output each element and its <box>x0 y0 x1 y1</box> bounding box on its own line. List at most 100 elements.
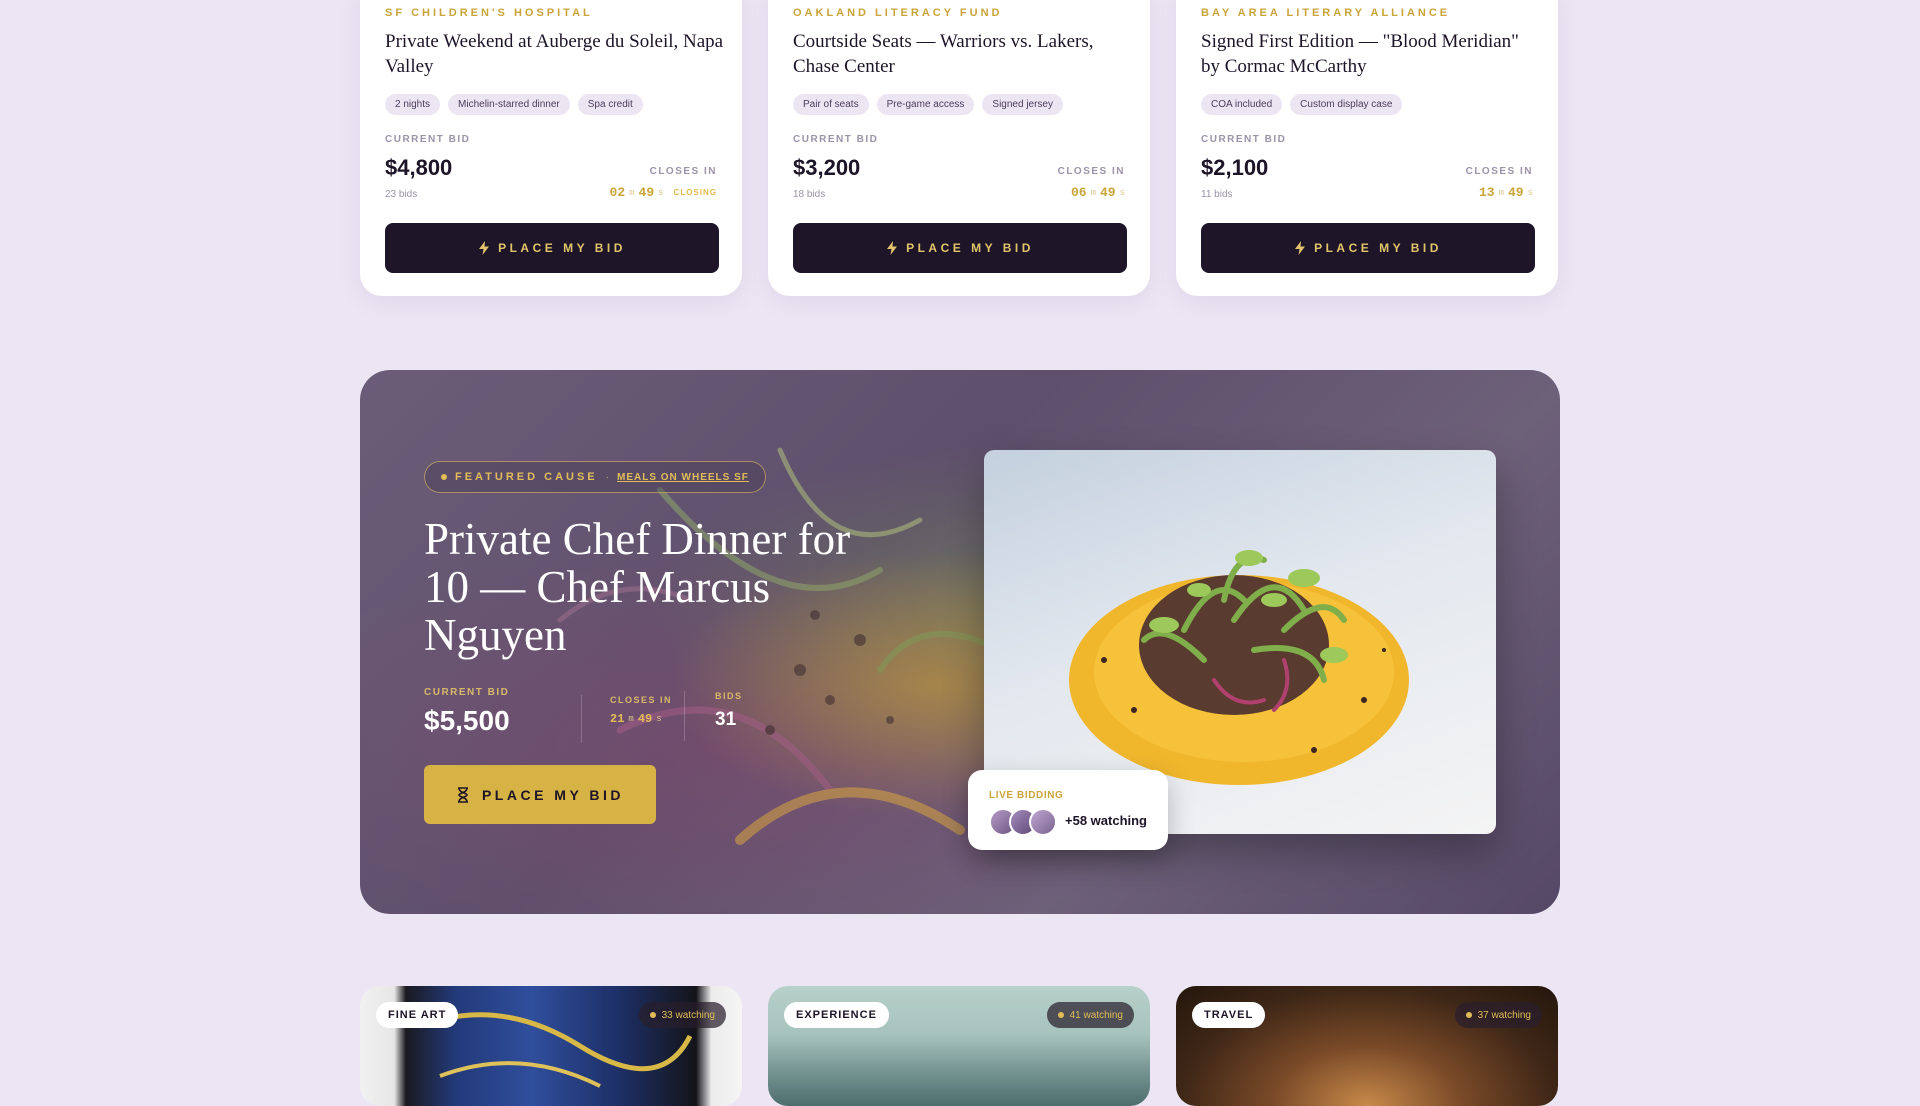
bid-count: 11 bids <box>1201 189 1233 200</box>
closes-in-label: CLOSES IN <box>649 166 717 177</box>
countdown-timer: 13 m 49 s <box>1479 185 1533 200</box>
category-badge: FINE ART <box>376 1002 459 1028</box>
tag: COA included <box>1201 94 1283 115</box>
lightning-icon <box>1295 241 1306 255</box>
bid-count: 18 bids <box>793 189 826 200</box>
tag: Spa credit <box>577 94 643 115</box>
watching-count: 41 watching <box>1069 1009 1123 1021</box>
timer-seconds: 49 <box>1099 185 1116 200</box>
featured-bid-count: BIDS 31 <box>684 691 743 741</box>
hourglass-icon <box>457 786 468 803</box>
featured-cause-badge: FEATURED CAUSE · MEALS ON WHEELS SF <box>424 461 766 493</box>
tag: Pair of seats <box>793 94 869 115</box>
place-bid-label: PLACE MY BID <box>1314 241 1442 255</box>
timer-seconds-unit: s <box>1527 187 1533 198</box>
auction-title[interactable]: Private Weekend at Auberge du Soleil, Na… <box>385 29 725 79</box>
timer-minutes: 06 <box>1070 185 1087 200</box>
place-bid-button[interactable]: PLACE MY BID <box>793 223 1127 273</box>
closes-in-label: CLOSES IN <box>1057 166 1125 177</box>
featured-auction: FEATURED CAUSE · MEALS ON WHEELS SF Priv… <box>360 370 1560 914</box>
tag-list: COA included Custom display case <box>1201 94 1403 115</box>
bids-label: BIDS <box>715 691 743 701</box>
avatar <box>1029 808 1057 836</box>
tag: Custom display case <box>1290 94 1403 115</box>
closes-in-label: CLOSES IN <box>610 695 673 705</box>
charity-name: BAY AREA LITERARY ALLIANCE <box>1201 7 1451 19</box>
timer-seconds: 49 <box>638 185 655 200</box>
timer-minutes-unit: m <box>629 187 635 198</box>
auction-card: OAKLAND LITERACY FUND Courtside Seats — … <box>768 0 1150 296</box>
lightning-icon <box>887 241 898 255</box>
watching-badge: 41 watching <box>1046 1002 1134 1028</box>
auction-title[interactable]: Signed First Edition — "Blood Meridian" … <box>1201 29 1541 79</box>
tag: 2 nights <box>385 94 441 115</box>
auction-title[interactable]: Courtside Seats — Warriors vs. Lakers, C… <box>793 29 1133 79</box>
timer-minutes: 02 <box>609 185 626 200</box>
tag: Michelin-starred dinner <box>448 94 570 115</box>
category-badge: TRAVEL <box>1192 1002 1266 1028</box>
charity-name: SF CHILDREN'S HOSPITAL <box>385 7 593 19</box>
bid-count: 23 bids <box>385 189 418 200</box>
timer-minutes-unit: m <box>1090 187 1096 198</box>
featured-closes-in: CLOSES IN 21 m 49 s <box>581 695 672 743</box>
auction-card: SF CHILDREN'S HOSPITAL Private Weekend a… <box>360 0 742 296</box>
lightning-icon <box>479 241 490 255</box>
charity-name: OAKLAND LITERACY FUND <box>793 7 1003 19</box>
timer-seconds-unit: s <box>658 187 664 198</box>
closing-badge: CLOSING <box>673 188 717 197</box>
category-badge: EXPERIENCE <box>784 1002 889 1028</box>
watching-count: 37 watching <box>1477 1009 1531 1021</box>
tag: Signed jersey <box>982 94 1063 115</box>
timer-seconds: 49 <box>637 712 653 726</box>
auction-card: BAY AREA LITERARY ALLIANCE Signed First … <box>1176 0 1558 296</box>
place-bid-button[interactable]: PLACE MY BID <box>1201 223 1535 273</box>
current-bid-value: $5,500 <box>424 705 510 736</box>
timer-seconds-unit: s <box>656 714 662 724</box>
featured-current-bid: CURRENT BID $5,500 <box>424 687 510 737</box>
tag-list: 2 nights Michelin-starred dinner Spa cre… <box>385 94 643 115</box>
bids-value: 31 <box>715 709 737 730</box>
current-bid-label: CURRENT BID <box>385 134 471 145</box>
auction-card[interactable]: TRAVEL 37 watching <box>1176 986 1558 1106</box>
current-bid-label: CURRENT BID <box>793 134 879 145</box>
countdown-timer: 02 m 49 s CLOSING <box>610 185 717 200</box>
current-bid-label: CURRENT BID <box>424 687 510 698</box>
place-bid-button[interactable]: PLACE MY BID <box>385 223 719 273</box>
tag-list: Pair of seats Pre-game access Signed jer… <box>793 94 1063 115</box>
watching-badge: 33 watching <box>638 1002 726 1028</box>
watching-dot <box>1465 1012 1472 1018</box>
watching-dot <box>1057 1012 1064 1018</box>
tag: Pre-game access <box>876 94 975 115</box>
timer-minutes-unit: m <box>628 714 634 724</box>
countdown-timer: 21 m 49 s <box>610 712 672 726</box>
timer-minutes: 21 <box>610 712 625 726</box>
current-bid-value: $2,100 <box>1201 155 1269 180</box>
timer-seconds-unit: s <box>1119 187 1125 198</box>
timer-minutes: 13 <box>1478 185 1495 200</box>
auction-card[interactable]: EXPERIENCE 41 watching <box>768 986 1150 1106</box>
badge-separator: · <box>605 471 609 483</box>
watching-badge: 37 watching <box>1454 1002 1542 1028</box>
watching-count: 33 watching <box>661 1009 715 1021</box>
auction-card[interactable]: FINE ART 33 watching <box>360 986 742 1106</box>
closes-in-label: CLOSES IN <box>1465 166 1533 177</box>
watching-count: +58 watching <box>1065 813 1147 828</box>
charity-link[interactable]: MEALS ON WHEELS SF <box>617 472 749 483</box>
timer-minutes-unit: m <box>1498 187 1504 198</box>
featured-title[interactable]: Private Chef Dinner for 10 — Chef Marcus… <box>424 515 904 659</box>
place-bid-label: PLACE MY BID <box>906 241 1034 255</box>
timer-seconds: 49 <box>1507 185 1524 200</box>
live-bidding-label: LIVE BIDDING <box>989 790 1064 801</box>
place-bid-label: PLACE MY BID <box>498 241 626 255</box>
badge-dot <box>441 474 447 480</box>
current-bid-value: $3,200 <box>793 155 861 180</box>
current-bid-value: $4,800 <box>385 155 453 180</box>
featured-cause-label: FEATURED CAUSE <box>455 471 598 483</box>
countdown-timer: 06 m 49 s <box>1071 185 1125 200</box>
live-bidding-card: LIVE BIDDING +58 watching <box>968 770 1168 850</box>
watching-dot <box>649 1012 656 1018</box>
place-bid-button[interactable]: PLACE MY BID <box>424 765 656 824</box>
current-bid-label: CURRENT BID <box>1201 134 1287 145</box>
watcher-avatars <box>989 808 1057 836</box>
place-bid-label: PLACE MY BID <box>481 786 625 803</box>
